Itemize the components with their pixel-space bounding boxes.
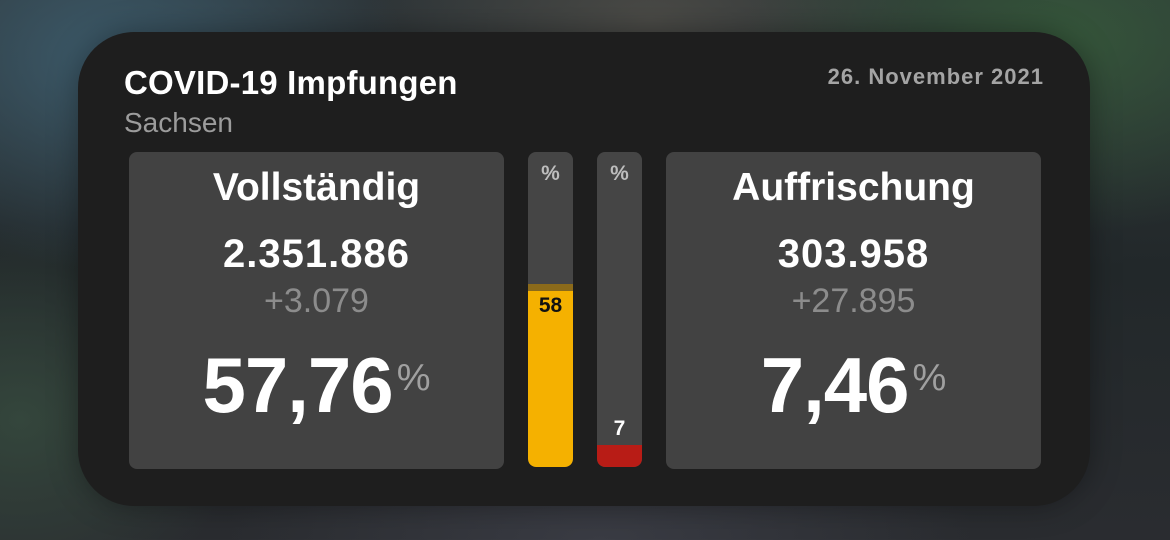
booster-label: Auffrischung (732, 166, 975, 209)
booster-percent: 7,46 (760, 341, 910, 429)
full-vaccination-percent-row: 57,76% (129, 340, 504, 431)
booster-bar-value: 7 (613, 417, 626, 440)
full-vaccination-delta: +3.079 (264, 282, 369, 320)
booster-bar: % 7 (597, 152, 642, 467)
booster-percent-sign: % (912, 357, 947, 399)
booster-delta: +27.895 (791, 282, 916, 320)
widget-title: COVID-19 Impfungen (124, 64, 458, 101)
booster-percent-row: 7,46% (666, 340, 1041, 431)
booster-bar-fill (597, 445, 642, 467)
full-vaccination-label: Vollständig (212, 166, 421, 209)
full-bar-percent-sign: % (541, 162, 560, 185)
full-vaccination-card: Vollständig 2.351.886 +3.079 57,76% (129, 152, 504, 469)
booster-card: Auffrischung 303.958 +27.895 7,46% (666, 152, 1041, 469)
full-bar-value: 58 (538, 294, 563, 317)
full-vaccination-percent-sign: % (396, 357, 431, 399)
region-label: Sachsen (124, 107, 233, 138)
vaccination-widget[interactable]: COVID-19 Impfungen Sachsen 26. November … (78, 32, 1090, 506)
full-vaccination-percent: 57,76 (202, 341, 394, 429)
full-vaccination-total: 2.351.886 (223, 232, 410, 276)
booster-total: 303.958 (777, 232, 930, 276)
full-vaccination-bar: % 58 (528, 152, 573, 467)
date-label: 26. November 2021 (827, 64, 1044, 89)
booster-bar-percent-sign: % (610, 162, 629, 185)
